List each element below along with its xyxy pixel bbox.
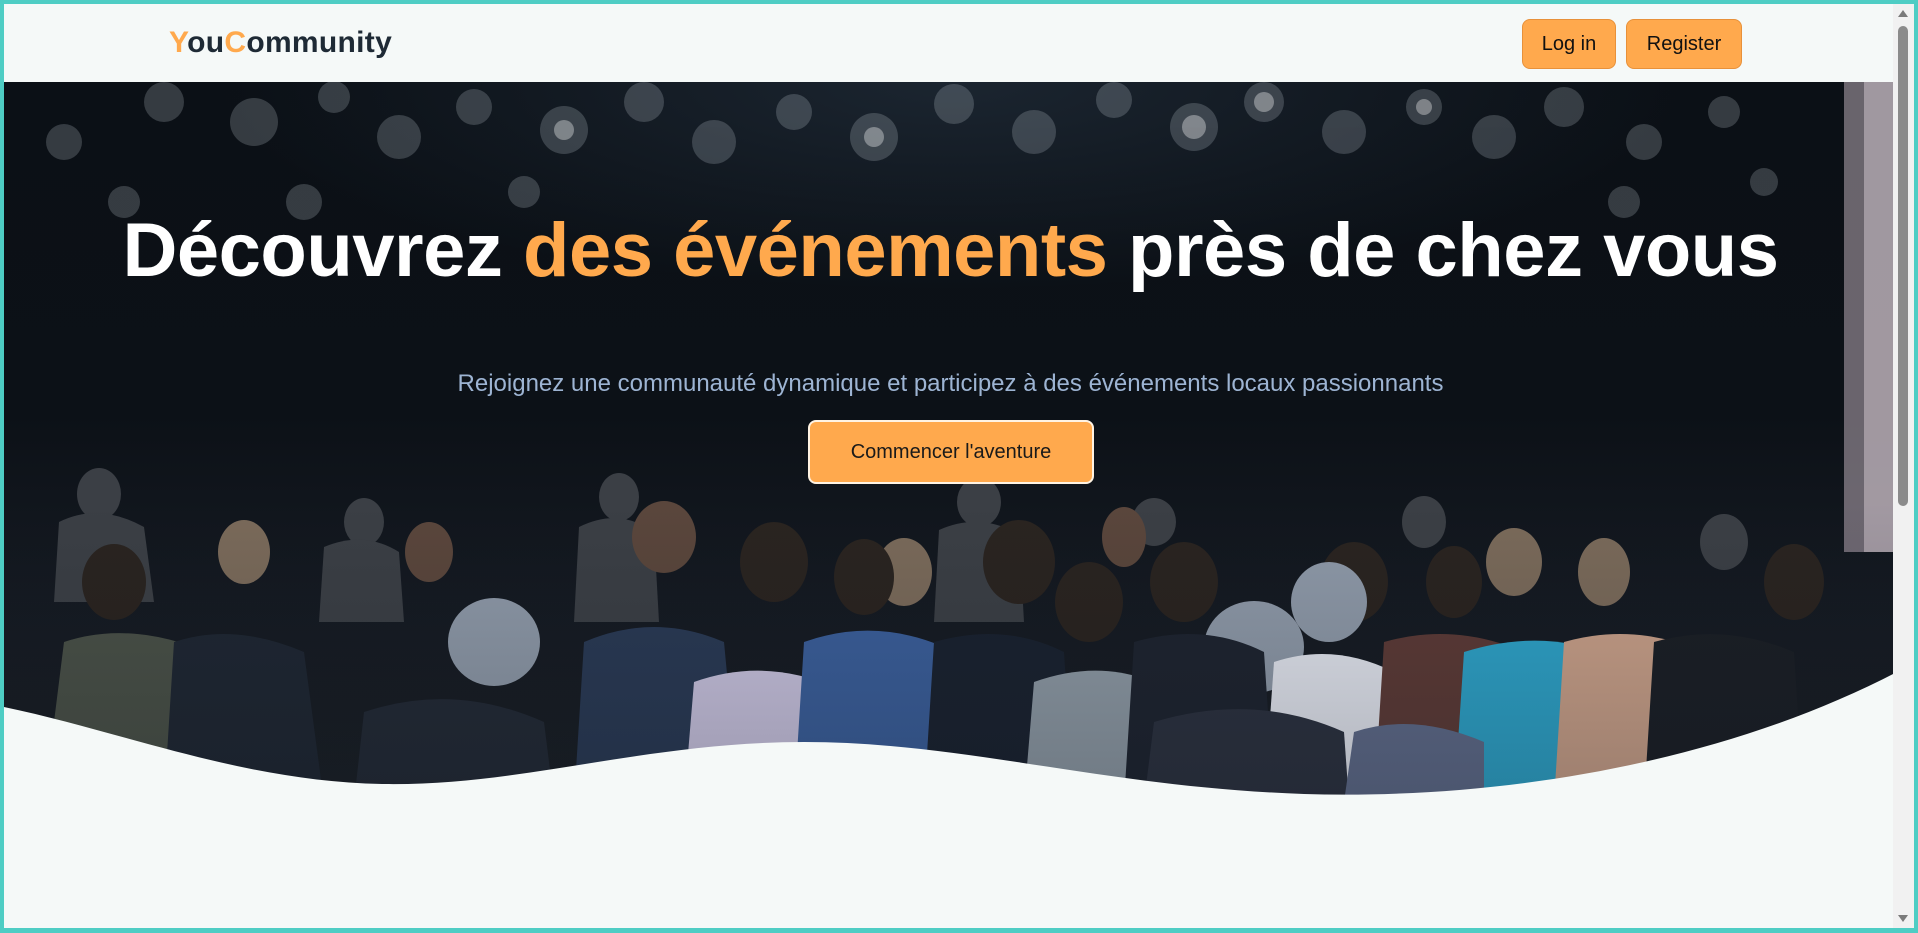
logo-letter-c: C (224, 26, 247, 59)
browser-viewport: YouCommunity Log in Register Découvrez d… (4, 4, 1897, 928)
logo-text-ou: ou (187, 26, 225, 59)
scroll-up-arrow-icon[interactable] (1898, 10, 1908, 17)
brand-logo[interactable]: YouCommunity (169, 26, 392, 60)
logo-letter-y: Y (169, 26, 188, 59)
register-button[interactable]: Register (1626, 19, 1742, 69)
hero-section: Découvrez des événements près de chez vo… (4, 82, 1897, 822)
logo-text-ommunity: ommunity (246, 26, 393, 59)
hero-wave-divider (4, 672, 1897, 822)
vertical-scrollbar[interactable] (1893, 4, 1914, 928)
scrollbar-thumb[interactable] (1898, 26, 1908, 506)
navbar: YouCommunity Log in Register (4, 4, 1897, 82)
login-button[interactable]: Log in (1522, 19, 1616, 69)
scroll-down-arrow-icon[interactable] (1898, 915, 1908, 922)
